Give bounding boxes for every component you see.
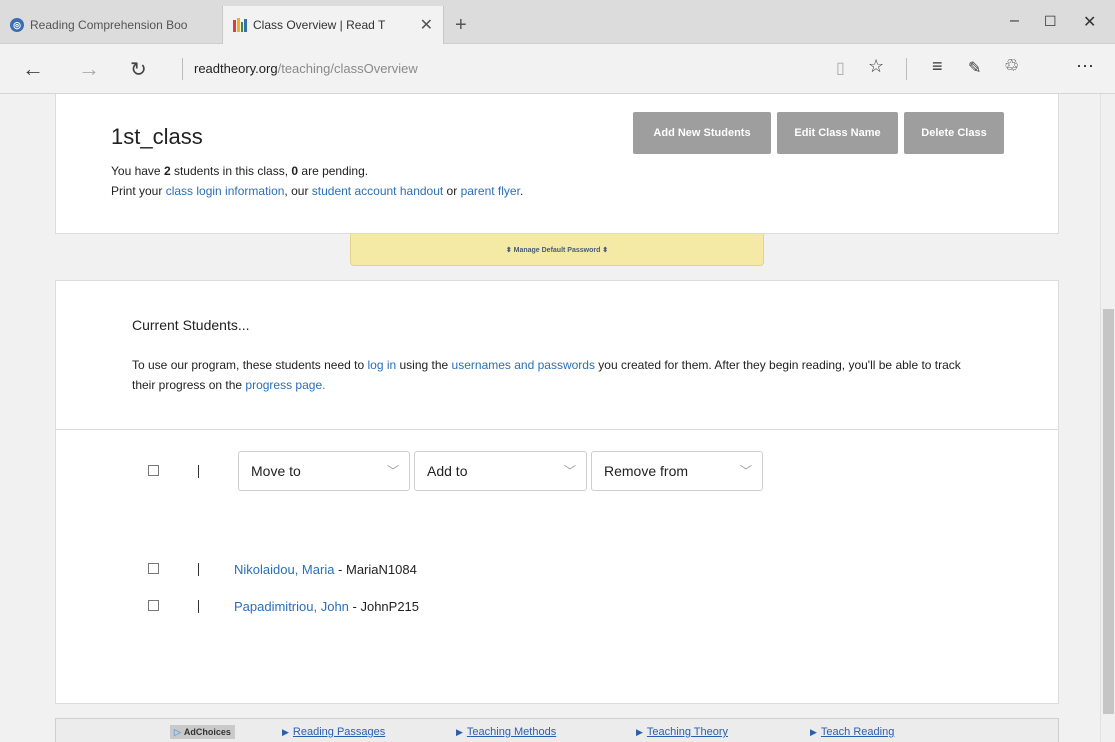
readtheory-round-icon: ◎ <box>10 18 24 32</box>
student-name-link[interactable]: Nikolaidou, Maria <box>234 562 334 577</box>
page-scrollbar[interactable] <box>1100 94 1115 742</box>
ad-link-label: Teach Reading <box>820 726 895 738</box>
new-tab-icon[interactable]: + <box>455 14 467 37</box>
text: To use our program, these students need … <box>132 358 368 372</box>
ad-link-teach-reading[interactable]: ▶ Teach Reading <box>810 726 894 738</box>
tab-reading-comprehension[interactable]: ◎ Reading Comprehension Boo <box>0 6 222 44</box>
current-students-instructions: To use our program, these students need … <box>132 355 972 395</box>
ad-links-bar: ▷ AdChoices ▶ Reading Passages ▶ Teaching … <box>55 718 1059 742</box>
add-to-label: Add to <box>427 463 468 479</box>
student-checkbox[interactable] <box>148 600 159 611</box>
add-to-select[interactable]: Add to ﹀ <box>414 451 587 491</box>
move-to-label: Move to <box>251 463 301 479</box>
url-divider <box>182 58 183 80</box>
manage-default-password-toggle[interactable]: ⬍ Manage Default Password ⬍ <box>350 234 764 266</box>
toolbar-divider <box>906 58 907 80</box>
student-count: 2 <box>163 164 171 178</box>
text: students in this class, <box>170 164 292 178</box>
play-arrow-icon: ▶ <box>282 727 289 737</box>
text: are pending. <box>298 164 369 178</box>
play-arrow-icon: ▶ <box>810 727 817 737</box>
forward-arrow-icon[interactable]: → <box>78 56 100 82</box>
maximize-icon[interactable]: ☐ <box>1044 13 1057 30</box>
class-info: You have 2 students in this class, 0 are… <box>111 161 523 201</box>
print-line: Print your class login information, our … <box>111 181 523 201</box>
student-handout-link[interactable]: student account handout <box>312 184 443 198</box>
delete-class-button[interactable]: Delete Class <box>904 112 1004 154</box>
favorite-star-icon[interactable]: ☆ <box>868 56 884 77</box>
tab-class-overview[interactable]: Class Overview | Read T ✕ <box>222 6 444 44</box>
hub-icon[interactable]: ≡ <box>932 56 943 77</box>
web-note-icon[interactable]: ✎ <box>968 58 981 78</box>
text: . <box>519 184 524 198</box>
move-to-select[interactable]: Move to ﹀ <box>238 451 410 491</box>
ad-link-teaching-theory[interactable]: ▶ Teaching Theory <box>636 726 728 738</box>
adchoices-icon: ▷ <box>174 726 181 737</box>
adchoices-label: AdChoices <box>183 727 231 737</box>
close-window-icon[interactable]: ✕ <box>1083 12 1096 32</box>
close-tab-icon[interactable]: ✕ <box>420 15 433 35</box>
select-all-checkbox[interactable] <box>148 465 159 476</box>
ad-link-label: Teaching Methods <box>466 726 557 738</box>
current-students-card: Current Students... To use our program, … <box>55 280 1059 704</box>
class-count-line: You have 2 students in this class, 0 are… <box>111 161 523 181</box>
student-row: Papadimitriou, John - JohnP215 <box>234 599 419 614</box>
more-options-icon[interactable]: ⋯ <box>1076 56 1094 77</box>
edit-class-name-button[interactable]: Edit Class Name <box>777 112 898 154</box>
text: You have <box>111 164 164 178</box>
browser-tab-bar: ◎ Reading Comprehension Boo Class Overvi… <box>0 0 1115 44</box>
chevron-down-icon: ﹀ <box>386 464 399 478</box>
current-students-title: Current Students... <box>132 317 250 333</box>
student-row: Nikolaidou, Maria - MariaN1084 <box>234 562 417 577</box>
text: , our <box>284 184 312 198</box>
reading-view-icon[interactable]: ▯ <box>836 58 845 78</box>
parent-flyer-link[interactable]: parent flyer <box>461 184 520 198</box>
back-arrow-icon[interactable]: ← <box>22 56 44 82</box>
remove-from-label: Remove from <box>604 463 689 479</box>
address-bar: ← → ↻ readtheory.org/teaching/classOverv… <box>0 44 1115 94</box>
divider <box>56 429 1058 430</box>
log-in-link[interactable]: log in <box>367 358 396 372</box>
remove-from-select[interactable]: Remove from ﹀ <box>591 451 763 491</box>
student-checkbox[interactable] <box>148 563 159 574</box>
refresh-icon[interactable]: ↻ <box>130 57 147 82</box>
separator <box>198 600 199 613</box>
add-new-students-button[interactable]: Add New Students <box>633 112 771 154</box>
ad-link-teaching-methods[interactable]: ▶ Teaching Methods <box>456 726 556 738</box>
separator-text: - <box>348 599 361 614</box>
class-card: 1st_class You have 2 students in this cl… <box>55 94 1059 234</box>
text: or <box>443 184 461 198</box>
separator-text: - <box>334 562 346 577</box>
text: Print your <box>111 184 166 198</box>
tab-title: Reading Comprehension Boo <box>30 18 188 32</box>
chevron-down-icon: ﹀ <box>563 464 576 478</box>
student-name-link[interactable]: Papadimitriou, John <box>234 599 349 614</box>
play-arrow-icon: ▶ <box>636 727 643 737</box>
play-arrow-icon: ▶ <box>456 727 463 737</box>
progress-page-link[interactable]: progress page. <box>245 378 325 392</box>
scrollbar-thumb[interactable] <box>1103 309 1114 714</box>
ad-link-reading-passages[interactable]: ▶ Reading Passages <box>282 726 385 738</box>
separator <box>198 465 199 478</box>
separator <box>198 563 199 576</box>
page-content: 1st_class You have 2 students in this cl… <box>0 94 1100 742</box>
chevron-down-icon: ﹀ <box>739 464 752 478</box>
student-username: JohnP215 <box>360 599 420 614</box>
tab-title: Class Overview | Read T <box>253 18 386 32</box>
share-icon[interactable]: ♲ <box>1004 56 1019 76</box>
minimize-icon[interactable]: – <box>1010 12 1019 30</box>
ad-link-label: Teaching Theory <box>646 726 729 738</box>
ad-link-label: Reading Passages <box>292 726 386 738</box>
class-title: 1st_class <box>111 124 203 149</box>
student-username: MariaN1084 <box>346 562 417 577</box>
url-path: /teaching/classOverview <box>277 61 418 76</box>
text: using the <box>396 358 452 372</box>
books-icon <box>233 18 247 32</box>
adchoices-badge[interactable]: ▷ AdChoices <box>170 725 235 739</box>
url-field[interactable]: readtheory.org/teaching/classOverview <box>194 61 418 76</box>
url-domain: readtheory.org <box>194 61 278 76</box>
class-login-info-link[interactable]: class login information <box>166 184 285 198</box>
usernames-passwords-link[interactable]: usernames and passwords <box>452 358 595 372</box>
